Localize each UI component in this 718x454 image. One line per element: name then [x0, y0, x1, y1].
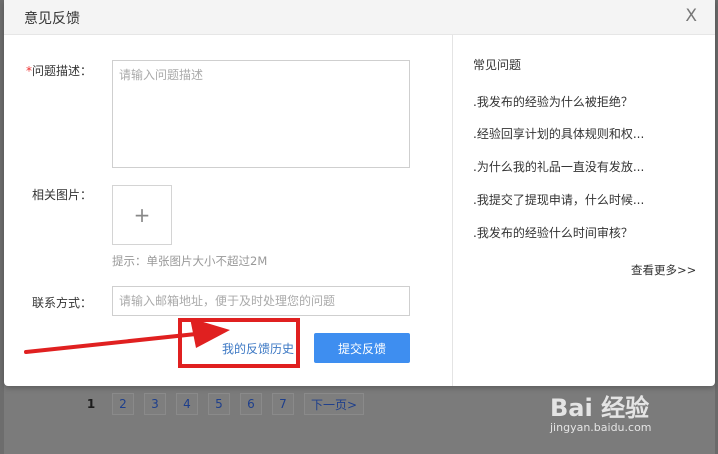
faq-title: 常见问题: [473, 58, 522, 72]
submit-feedback-button[interactable]: 提交反馈: [314, 333, 410, 363]
panel-divider: [452, 35, 453, 386]
page-link[interactable]: 4: [176, 393, 198, 415]
faq-item[interactable]: .我发布的经验为什么被拒绝？: [473, 93, 633, 110]
dialog-title: 意见反馈: [24, 11, 80, 27]
pagination: 1 2 3 4 5 6 7 下一页>: [80, 392, 374, 416]
watermark-logo-text: Bai 经验: [550, 394, 650, 422]
contact-email-input[interactable]: [112, 286, 410, 316]
page-link[interactable]: 3: [144, 393, 166, 415]
page-link[interactable]: 6: [240, 393, 262, 415]
faq-item[interactable]: .我发布的经验什么时间审核？: [473, 224, 633, 241]
baidu-jingyan-watermark: Bai 经验 jingyan.baidu.com: [550, 388, 700, 444]
feedback-dialog: 意见反馈 X *问题描述： 相关图片： + 提示：单张图片大小不超过2M 联系方…: [4, 0, 715, 386]
feedback-history-link[interactable]: 我的反馈历史: [222, 340, 294, 357]
description-label-text: 问题描述：: [32, 64, 93, 78]
page-link[interactable]: 5: [208, 393, 230, 415]
page-link[interactable]: 2: [112, 393, 134, 415]
contact-label: 联系方式：: [32, 296, 93, 310]
image-label: 相关图片：: [32, 188, 93, 202]
faq-more-link[interactable]: 查看更多>>: [631, 262, 696, 278]
close-icon[interactable]: X: [685, 6, 697, 26]
dialog-header: 意见反馈 X: [4, 0, 715, 35]
faq-item[interactable]: .我提交了提现申请，什么时候...: [473, 191, 644, 208]
image-upload-button[interactable]: +: [112, 185, 172, 245]
description-label: *问题描述：: [26, 62, 92, 79]
description-textarea[interactable]: [112, 60, 410, 168]
faq-item[interactable]: .经验回享计划的具体规则和权...: [473, 125, 644, 142]
watermark-url: jingyan.baidu.com: [550, 421, 652, 434]
page-current: 1: [86, 397, 96, 411]
next-page-link[interactable]: 下一页>: [304, 393, 365, 415]
faq-item[interactable]: .为什么我的礼品一直没有发放...: [473, 158, 644, 175]
image-size-hint: 提示：单张图片大小不超过2M: [112, 254, 268, 268]
page-link[interactable]: 7: [272, 393, 294, 415]
plus-icon: +: [133, 203, 151, 227]
